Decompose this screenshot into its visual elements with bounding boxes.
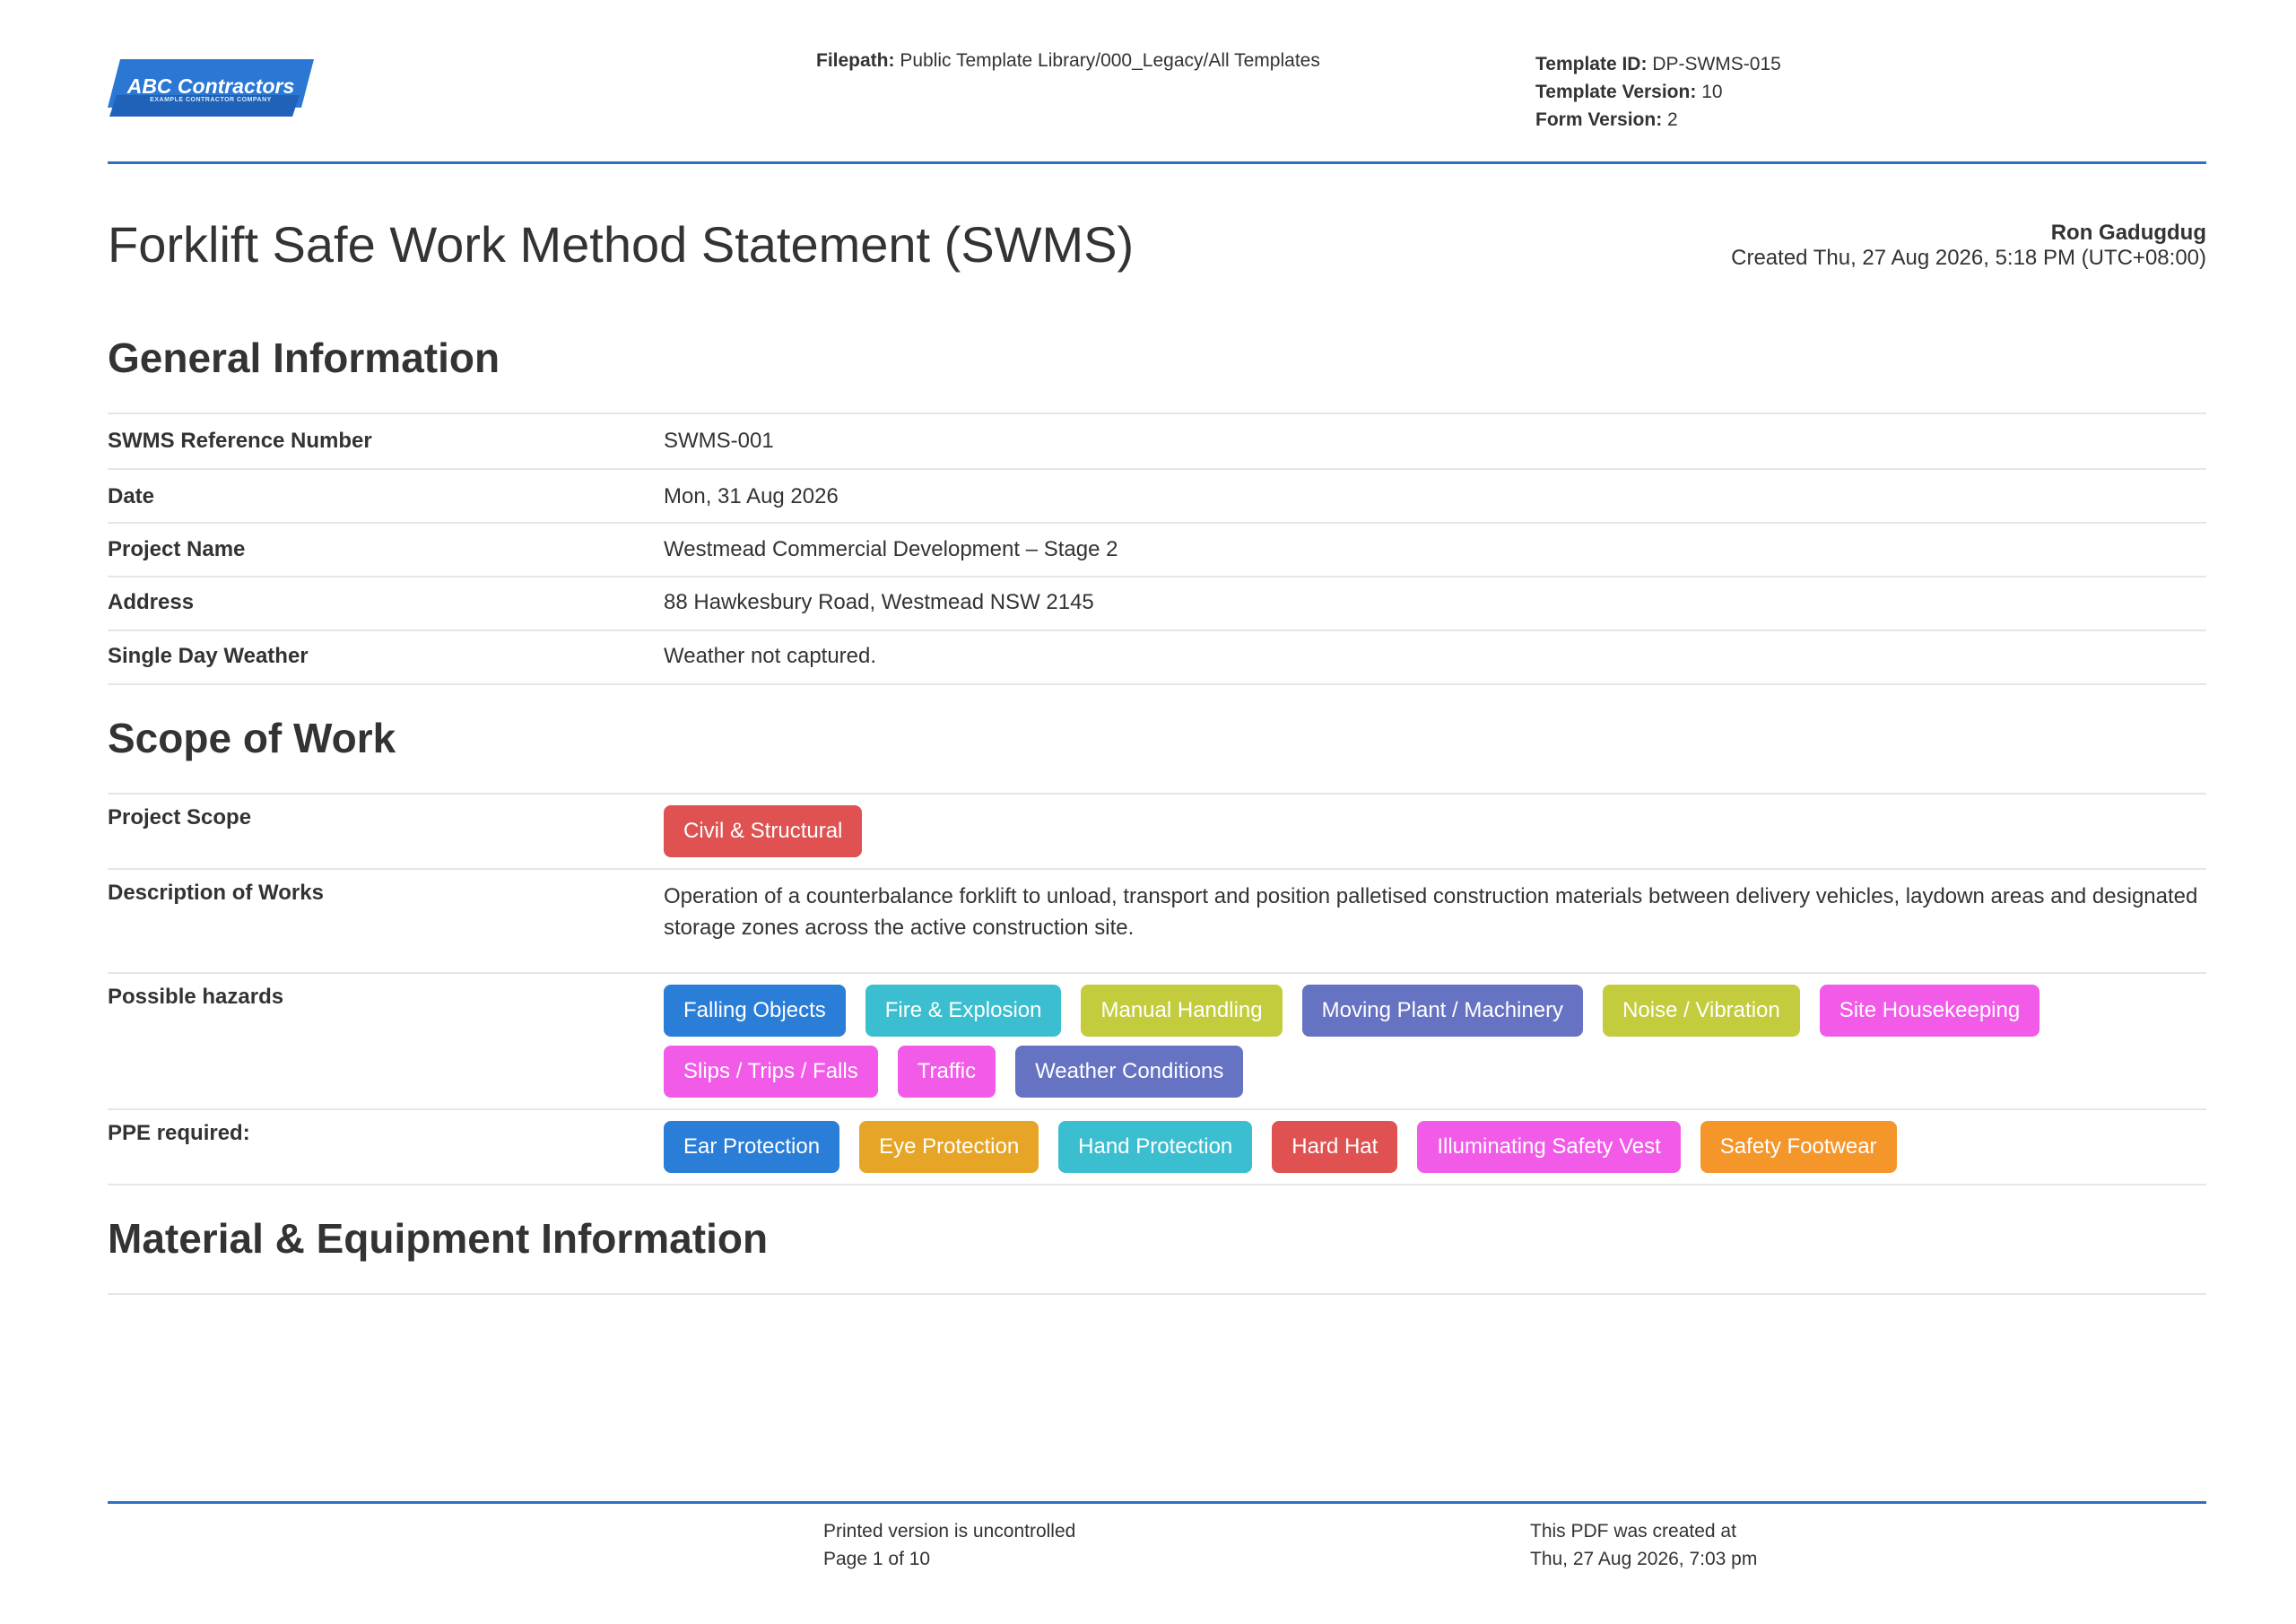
section-heading-general: General Information xyxy=(108,334,500,381)
ppe-tag: Hand Protection xyxy=(1058,1121,1253,1173)
field-label: Project Name xyxy=(108,537,246,561)
divider xyxy=(108,1293,2206,1295)
field-value: Mon, 31 Aug 2026 xyxy=(664,484,839,508)
filepath-label: Filepath: xyxy=(816,50,895,71)
divider xyxy=(108,413,2206,414)
hazard-tag: Slips / Trips / Falls xyxy=(664,1046,878,1098)
hazard-tag: Falling Objects xyxy=(664,985,846,1037)
footer-right: This PDF was created at Thu, 27 Aug 2026… xyxy=(1530,1517,1757,1573)
footer-divider xyxy=(108,1501,2206,1504)
pdf-created-label: This PDF was created at xyxy=(1530,1521,1736,1541)
section-heading-scope: Scope of Work xyxy=(108,715,396,761)
author-name: Ron Gadugdug xyxy=(2050,221,2206,245)
tag-list: Ear Protection Eye Protection Hand Protect… xyxy=(664,1121,2206,1173)
field-label: Description of Works xyxy=(108,881,324,905)
divider xyxy=(108,522,2206,524)
tag-list: Falling Objects Fire & Explosion Manual Ha… xyxy=(664,985,2206,1098)
scope-tag: Civil & Structural xyxy=(664,805,863,857)
form-version-label: Form Version: xyxy=(1535,109,1663,130)
field-value: 88 Hawkesbury Road, Westmead NSW 2145 xyxy=(664,590,1094,614)
field-label: PPE required: xyxy=(108,1121,250,1145)
page-header: ABC Contractors EXAMPLE CONTRACTOR COMPA… xyxy=(108,47,2206,163)
field-value: Weather not captured. xyxy=(664,644,877,668)
hazard-tag: Manual Handling xyxy=(1081,985,1283,1037)
hazard-tag: Weather Conditions xyxy=(1015,1046,1244,1098)
created-timestamp: Created Thu, 27 Aug 2026, 5:18 PM (UTC+0… xyxy=(1731,246,2206,270)
hazard-tag: Noise / Vibration xyxy=(1603,985,1800,1037)
divider xyxy=(108,630,2206,631)
hazard-tag: Traffic xyxy=(897,1046,996,1098)
uncontrolled-notice: Printed version is uncontrolled xyxy=(823,1521,1076,1541)
field-label: Possible hazards xyxy=(108,985,284,1009)
document-title: Forklift Safe Work Method Statement (SWM… xyxy=(108,216,1135,273)
field-label: Single Day Weather xyxy=(108,644,309,668)
template-id-label: Template ID: xyxy=(1535,54,1648,74)
divider xyxy=(108,683,2206,685)
ppe-tag: Hard Hat xyxy=(1272,1121,1398,1173)
divider xyxy=(108,793,2206,795)
hazard-tag: Moving Plant / Machinery xyxy=(1301,985,1584,1037)
ppe-tag: Ear Protection xyxy=(664,1121,840,1173)
pdf-created-value: Thu, 27 Aug 2026, 7:03 pm xyxy=(1530,1549,1758,1569)
field-label: SWMS Reference Number xyxy=(108,429,372,453)
ppe-tag: Safety Footwear xyxy=(1700,1121,1897,1173)
field-value: Operation of a counterbalance forklift t… xyxy=(664,884,2198,940)
ppe-tag: Illuminating Safety Vest xyxy=(1417,1121,1681,1173)
header-divider xyxy=(108,161,2206,164)
divider xyxy=(108,972,2206,974)
form-version: Form Version: 2 xyxy=(1535,106,1781,134)
footer-left: Printed version is uncontrolled Page 1 o… xyxy=(823,1517,1075,1573)
divider xyxy=(108,1184,2206,1185)
logo-tagline: EXAMPLE CONTRACTOR COMPANY xyxy=(150,97,272,103)
hazard-tag: Fire & Explosion xyxy=(865,985,1062,1037)
ppe-tag: Eye Protection xyxy=(859,1121,1039,1173)
template-version-label: Template Version: xyxy=(1535,82,1697,102)
template-version: Template Version: 10 xyxy=(1535,78,1781,106)
section-heading-materials: Material & Equipment Information xyxy=(108,1215,769,1262)
template-id-value: DP-SWMS-015 xyxy=(1652,54,1781,74)
template-id: Template ID: DP-SWMS-015 xyxy=(1535,50,1781,78)
template-version-value: 10 xyxy=(1701,82,1723,102)
divider xyxy=(108,468,2206,470)
hazard-tag: Site Housekeeping xyxy=(1819,985,2040,1037)
author-block: Ron Gadugdug Created Thu, 27 Aug 2026, 5… xyxy=(1731,221,2206,271)
divider xyxy=(108,868,2206,870)
divider xyxy=(108,576,2206,578)
logo-name: ABC Contractors xyxy=(126,74,295,98)
field-label: Date xyxy=(108,484,155,508)
form-version-value: 2 xyxy=(1667,109,1678,130)
field-value: Westmead Commercial Development – Stage … xyxy=(664,537,1118,561)
filepath: Filepath: Public Template Library/000_Le… xyxy=(816,50,1320,72)
tag-list: Civil & Structural xyxy=(664,805,2206,857)
template-info: Template ID: DP-SWMS-015 Template Versio… xyxy=(1535,50,1781,134)
filepath-value: Public Template Library/000_Legacy/All T… xyxy=(900,50,1320,71)
page-number: Page 1 of 10 xyxy=(823,1549,931,1569)
company-logo: ABC Contractors EXAMPLE CONTRACTOR COMPA… xyxy=(108,59,314,118)
field-label: Project Scope xyxy=(108,805,252,829)
document-page: ABC Contractors EXAMPLE CONTRACTOR COMPA… xyxy=(0,0,2296,1624)
field-value: SWMS-001 xyxy=(664,429,774,453)
divider xyxy=(108,1108,2206,1110)
field-label: Address xyxy=(108,590,195,614)
